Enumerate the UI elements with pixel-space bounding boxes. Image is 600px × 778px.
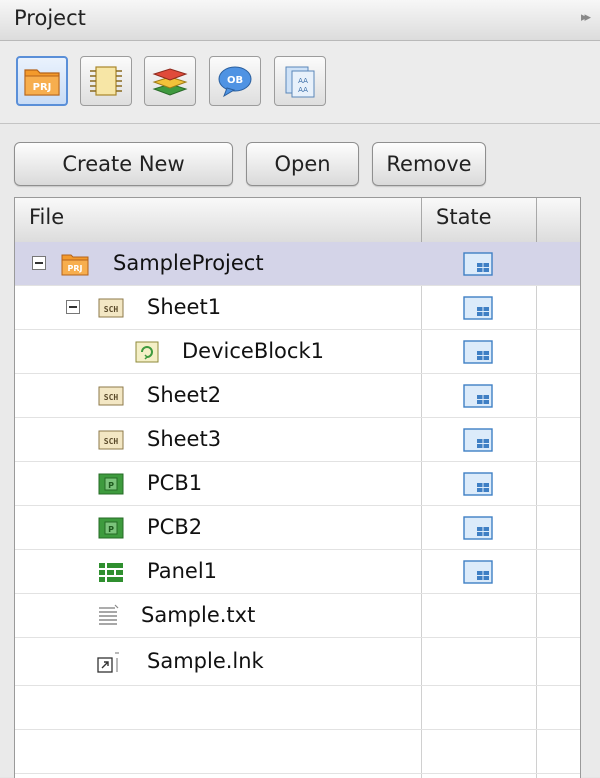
panel-icon xyxy=(99,563,123,582)
pcb-icon: P xyxy=(98,473,124,495)
table-row[interactable]: SCH Sheet2 xyxy=(15,374,580,418)
empty-row xyxy=(15,730,580,774)
collapse-panel-icon[interactable]: ▸▸ xyxy=(581,10,591,25)
state-icon xyxy=(463,252,493,276)
open-button[interactable]: Open xyxy=(246,142,359,186)
project-toolbar: PRJ OB AA AA xyxy=(0,41,600,124)
object-view-button[interactable]: OB xyxy=(209,56,261,106)
column-header-state[interactable]: State xyxy=(436,205,492,229)
panel-title: Project xyxy=(14,6,86,30)
table-row[interactable]: P PCB1 xyxy=(15,462,580,506)
file-name: SampleProject xyxy=(113,251,264,275)
collapse-icon[interactable] xyxy=(32,256,46,270)
state-icon xyxy=(463,428,493,452)
library-icon: AA AA xyxy=(285,66,315,98)
table-row[interactable]: P PCB2 xyxy=(15,506,580,550)
schematic-icon: SCH xyxy=(98,386,124,406)
file-name: PCB1 xyxy=(147,471,203,495)
svg-text:AA: AA xyxy=(298,77,308,85)
svg-text:SCH: SCH xyxy=(104,393,119,402)
file-name: DeviceBlock1 xyxy=(182,339,324,363)
file-name: Sheet1 xyxy=(147,295,222,319)
svg-text:P: P xyxy=(108,481,114,490)
create-new-button[interactable]: Create New xyxy=(14,142,233,186)
state-icon xyxy=(463,560,493,584)
svg-text:OB: OB xyxy=(227,75,243,86)
state-icon xyxy=(463,472,493,496)
panel-title-bar: Project ▸▸ xyxy=(0,0,600,41)
state-icon xyxy=(463,516,493,540)
table-row[interactable]: Panel1 xyxy=(15,550,580,594)
file-name: Sheet3 xyxy=(147,427,222,451)
layers-view-button[interactable] xyxy=(144,56,196,106)
device-block-icon xyxy=(135,341,159,363)
shortcut-icon xyxy=(97,652,119,673)
svg-text:P: P xyxy=(108,525,114,534)
schematic-icon: SCH xyxy=(98,298,124,318)
file-name: Panel1 xyxy=(147,559,218,583)
state-icon xyxy=(463,296,493,320)
table-row[interactable]: SCH Sheet1 xyxy=(15,286,580,330)
collapse-icon[interactable] xyxy=(66,300,80,314)
svg-text:PRJ: PRJ xyxy=(33,82,52,93)
schematic-icon: SCH xyxy=(98,430,124,450)
svg-text:SCH: SCH xyxy=(104,305,119,314)
svg-text:SCH: SCH xyxy=(104,437,119,446)
state-icon xyxy=(463,384,493,408)
remove-button[interactable]: Remove xyxy=(372,142,486,186)
file-name: PCB2 xyxy=(147,515,203,539)
project-view-button[interactable]: PRJ xyxy=(16,56,68,106)
layers-icon xyxy=(152,68,188,96)
table-header: File State xyxy=(15,198,580,243)
file-name: Sample.txt xyxy=(141,603,256,627)
project-file-table: File State PRJ SampleProject SCH Sheet1 … xyxy=(14,197,581,778)
component-icon xyxy=(90,66,122,96)
object-icon: OB xyxy=(218,66,252,98)
table-row[interactable]: Sample.lnk xyxy=(15,638,580,686)
project-icon: PRJ xyxy=(24,69,60,96)
file-name: Sheet2 xyxy=(147,383,222,407)
table-row[interactable]: Sample.txt xyxy=(15,594,580,638)
empty-row xyxy=(15,686,580,730)
state-icon xyxy=(463,340,493,364)
component-view-button[interactable] xyxy=(80,56,132,106)
file-name: Sample.lnk xyxy=(147,649,264,673)
svg-text:AA: AA xyxy=(298,86,308,94)
column-header-file[interactable]: File xyxy=(29,205,64,229)
text-file-icon xyxy=(99,604,119,625)
table-row[interactable]: DeviceBlock1 xyxy=(15,330,580,374)
library-view-button[interactable]: AA AA xyxy=(274,56,326,106)
table-row[interactable]: SCH Sheet3 xyxy=(15,418,580,462)
project-icon: PRJ xyxy=(61,254,89,276)
pcb-icon: P xyxy=(98,517,124,539)
svg-text:PRJ: PRJ xyxy=(68,264,83,273)
table-row[interactable]: PRJ SampleProject xyxy=(15,242,580,286)
project-panel: Project ▸▸ PRJ OB AA AA Create New Open … xyxy=(0,0,600,778)
